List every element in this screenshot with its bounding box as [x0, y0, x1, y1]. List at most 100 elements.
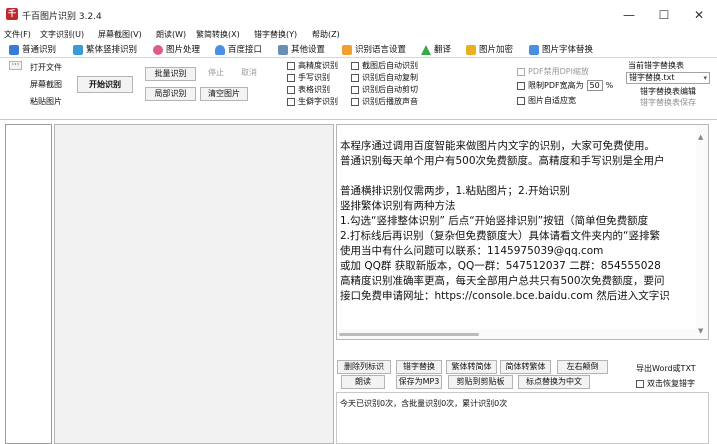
save-mp3-button[interactable]: 保存为MP3	[396, 375, 442, 389]
tab-traditional-vertical[interactable]: 繁体竖排识别	[73, 43, 137, 57]
app-logo-icon: 千	[6, 8, 18, 20]
trad-to-simp-button[interactable]: 繁体转简体	[446, 360, 497, 374]
batch-recognize-button[interactable]: 批量识别	[145, 67, 196, 81]
tab-label: 繁体竖排识别	[86, 45, 138, 55]
scroll-up-icon[interactable]: ▲	[698, 133, 703, 141]
font-icon	[529, 45, 539, 55]
tab-normal-recognition[interactable]: 普通识别	[9, 43, 56, 57]
text-line: 或加 QQ群 获取新版本，QQ一群：547512037 二群：854555028	[340, 260, 661, 272]
minimize-button[interactable]: —	[614, 5, 644, 25]
title-bar: 千 千百图片识别 3.2.4 — ☐ ✕	[0, 0, 717, 28]
tab-language-settings[interactable]: 识别语言设置	[342, 43, 406, 57]
copy-to-clipboard-button[interactable]: 剪贴到剪贴板	[448, 375, 513, 389]
menu-help[interactable]: 帮助(Z)	[312, 29, 340, 40]
double-click-restore-checkbox[interactable]: 双击恢复错字	[636, 378, 695, 389]
auto-copy-checkbox[interactable]: 识别后自动复制	[351, 72, 418, 83]
menu-screenshot[interactable]: 屏幕截图(V)	[98, 29, 142, 40]
tab-font-replace[interactable]: 图片字体替换	[529, 43, 593, 57]
menu-read-aloud[interactable]: 朗读(W)	[156, 29, 186, 40]
tool-panel: ··· 打开文件 屏幕截图 粘贴图片 开始识别 批量识别 停止 取消 局部识别 …	[0, 58, 717, 120]
typo-replace-button[interactable]: 错字替换	[396, 360, 442, 374]
checkbox-label: 高精度识别	[298, 61, 338, 70]
checkbox-box	[517, 81, 525, 90]
menu-file[interactable]: 文件(F)	[4, 29, 31, 40]
screenshot-button[interactable]: 屏幕截图	[30, 79, 62, 90]
checkbox-box	[636, 379, 644, 388]
scrollbar-thumb[interactable]	[339, 333, 479, 336]
window-title: 千百图片识别 3.2.4	[22, 12, 102, 22]
action-bar: 删除列标识 错字替换 繁体转简体 简体转繁体 左右颠倒 导出Word或TXT 朗…	[336, 342, 716, 392]
checkbox-box	[287, 85, 295, 94]
tab-label: 图片加密	[479, 45, 514, 55]
checkbox-box	[351, 73, 359, 82]
checkbox-label: 图片自适应宽	[528, 96, 576, 105]
maximize-button[interactable]: ☐	[649, 5, 679, 25]
typo-table-save-button[interactable]: 错字替换表保存	[640, 97, 696, 108]
text-line: 接口免费申请网址：https://console.bce.baidu.com 然…	[340, 290, 670, 302]
read-aloud-button[interactable]: 朗读	[341, 375, 385, 389]
checkbox-label: 识别后自动剪切	[362, 85, 418, 94]
tab-other-settings[interactable]: 其他设置	[278, 43, 325, 57]
pdf-size-input[interactable]: 50	[586, 80, 603, 91]
typo-table-edit-button[interactable]: 错字替换表编辑	[640, 86, 696, 97]
grid-icon	[73, 45, 83, 55]
thumbnail-list[interactable]	[5, 124, 52, 444]
checkbox-box	[517, 96, 525, 105]
checkbox-box	[517, 67, 525, 76]
chevron-down-icon: ▾	[703, 74, 707, 82]
vertical-scrollbar[interactable]: ▲ ▼	[696, 125, 708, 339]
recognized-text-area[interactable]: 本程序通过调用百度智能来做图片内文字的识别，大家可免费使用。 普通识别每天单个用…	[336, 124, 709, 340]
open-file-button[interactable]: 打开文件	[30, 62, 62, 73]
tab-label: 普通识别	[22, 45, 57, 55]
image-fit-width-checkbox[interactable]: 图片自适应宽	[517, 95, 576, 106]
limit-pdf-size-checkbox[interactable]: 限制PDF宽高为 50 %	[517, 80, 613, 91]
table-recognize-checkbox[interactable]: 表格识别	[287, 84, 330, 95]
partial-recognize-button[interactable]: 局部识别	[145, 87, 196, 101]
menu-typo-replace[interactable]: 错字替换(Y)	[254, 29, 297, 40]
settings-icon	[278, 45, 288, 55]
export-word-txt-button[interactable]: 导出Word或TXT	[636, 363, 696, 374]
clear-image-button[interactable]: 清空图片	[200, 87, 248, 101]
close-button[interactable]: ✕	[684, 5, 714, 25]
rare-char-checkbox[interactable]: 生僻字识别	[287, 96, 338, 107]
paste-image-button[interactable]: 粘贴图片	[30, 96, 62, 107]
tab-image-processing[interactable]: 图片处理	[153, 43, 200, 57]
checkbox-box	[351, 85, 359, 94]
horizontal-scrollbar[interactable]	[337, 329, 698, 339]
percent-unit: %	[605, 81, 614, 90]
text-line: 普通横排识别仅需两步，1.粘贴图片；2.开始识别	[340, 185, 571, 197]
scroll-down-icon[interactable]: ▼	[698, 327, 703, 335]
cancel-button[interactable]: 取消	[233, 67, 265, 81]
monitor-icon	[9, 45, 19, 55]
delete-column-mark-button[interactable]: 删除列标识	[337, 360, 391, 374]
start-recognize-button[interactable]: 开始识别	[77, 76, 133, 93]
text-line: 使用当中有什么问题可以联系：1145975039@qq.com	[340, 245, 604, 257]
high-accuracy-checkbox[interactable]: 高精度识别	[287, 60, 338, 71]
tab-label: 其他设置	[291, 45, 326, 55]
tab-baidu-api[interactable]: 百度接口	[215, 43, 262, 57]
tab-image-encrypt[interactable]: 图片加密	[466, 43, 513, 57]
typo-table-select[interactable]: 错字替换.txt ▾	[626, 72, 710, 84]
handwriting-checkbox[interactable]: 手写识别	[287, 72, 330, 83]
punctuation-to-chinese-button[interactable]: 标点替换为中文	[518, 375, 590, 389]
image-preview-area[interactable]	[54, 124, 334, 444]
pdf-dpi-checkbox[interactable]: PDF禁用DPI缩放	[517, 66, 589, 77]
checkbox-box	[351, 97, 359, 106]
flip-left-right-button[interactable]: 左右颠倒	[557, 360, 608, 374]
tab-label: 图片字体替换	[542, 45, 594, 55]
auto-recognize-after-screenshot-checkbox[interactable]: 截图后自动识别	[351, 60, 418, 71]
text-line: 高精度识别准确率更高，每天全部用户总共只有500次免费额度，要问	[340, 275, 665, 287]
auto-cut-checkbox[interactable]: 识别后自动剪切	[351, 84, 418, 95]
menu-text-recognition[interactable]: 文字识别(U)	[40, 29, 84, 40]
status-log-area[interactable]: 今天已识别0次，含批量识别0次，累计识别0次	[336, 392, 709, 444]
checkbox-label: 限制PDF宽高为	[528, 81, 584, 90]
more-options-button[interactable]: ···	[9, 61, 22, 70]
checkbox-box	[287, 73, 295, 82]
tab-label: 翻译	[434, 45, 452, 55]
tab-translate[interactable]: 翻译	[421, 43, 451, 57]
checkbox-box	[351, 61, 359, 70]
play-sound-checkbox[interactable]: 识别后播放声音	[351, 96, 418, 107]
simp-to-trad-button[interactable]: 简体转繁体	[500, 360, 551, 374]
menu-trad-simp[interactable]: 繁简转换(X)	[196, 29, 240, 40]
stop-button[interactable]: 停止	[200, 67, 232, 81]
